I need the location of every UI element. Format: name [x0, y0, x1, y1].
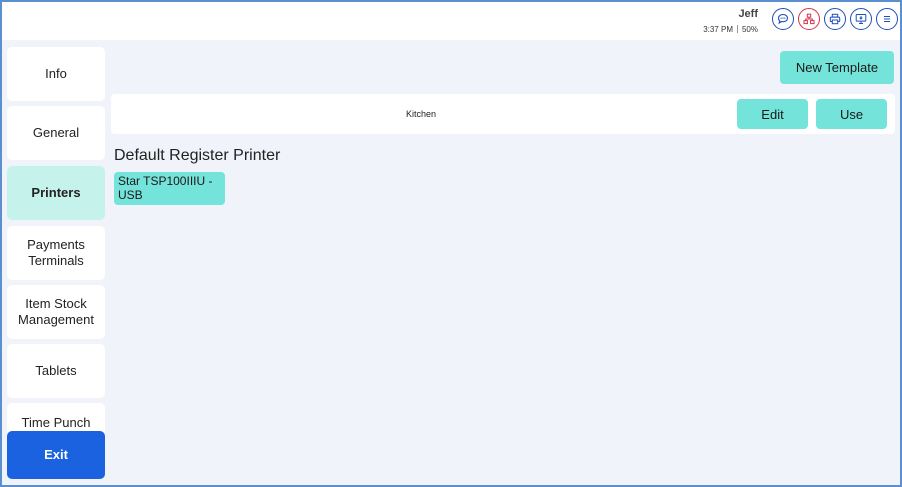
network-button[interactable] [798, 8, 820, 30]
app-window: Jeff 3:37 PM 50% Info General Printers P… [0, 0, 902, 487]
menu-icon [884, 16, 890, 22]
header-icon-group [772, 8, 898, 30]
sidebar-item-item-stock-management[interactable]: Item Stock Management [7, 285, 105, 339]
user-name: Jeff [738, 8, 758, 20]
sidebar-item-printers[interactable]: Printers [7, 166, 105, 220]
user-info: Jeff 3:37 PM 50% [703, 8, 758, 36]
section-title: Default Register Printer [114, 147, 281, 164]
clock-time: 3:37 PM [703, 25, 733, 34]
network-icon [803, 13, 815, 25]
chat-button[interactable] [772, 8, 794, 30]
use-button[interactable]: Use [816, 99, 887, 129]
sidebar-item-info[interactable]: Info [7, 47, 105, 101]
chat-icon [777, 13, 789, 25]
sidebar-item-tablets[interactable]: Tablets [7, 344, 105, 398]
display-button[interactable] [850, 8, 872, 30]
sidebar-item-general[interactable]: General [7, 106, 105, 160]
battery-level: 50% [741, 25, 758, 34]
printer-option[interactable]: Star TSP100IIIU - USB [114, 172, 225, 205]
divider [736, 25, 738, 33]
template-name: Kitchen [405, 109, 437, 119]
exit-button[interactable]: Exit [7, 431, 105, 479]
edit-button[interactable]: Edit [737, 99, 808, 129]
printer-icon [829, 13, 841, 25]
status-line: 3:37 PM 50% [703, 24, 758, 36]
template-row: Kitchen Edit Use [111, 94, 895, 134]
header-bar: Jeff 3:37 PM 50% [2, 2, 900, 40]
menu-button[interactable] [876, 8, 898, 30]
display-icon [855, 14, 867, 24]
new-template-button[interactable]: New Template [780, 51, 894, 84]
printer-button[interactable] [824, 8, 846, 30]
sidebar-item-payments-terminals[interactable]: Payments Terminals [7, 226, 105, 280]
